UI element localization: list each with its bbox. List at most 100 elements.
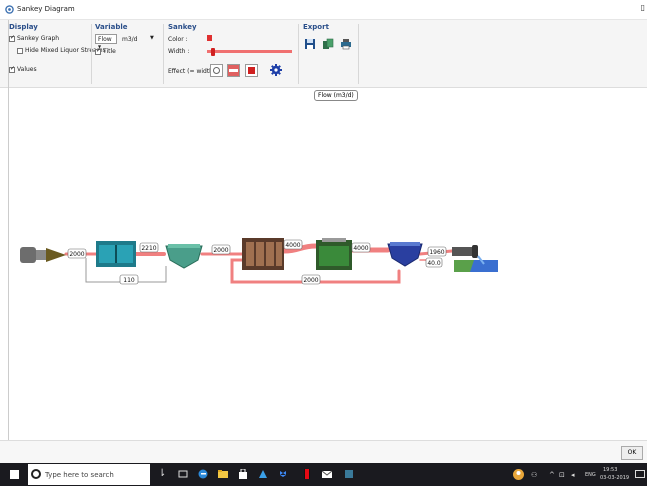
save-icon[interactable]: [304, 38, 316, 50]
variable-select[interactable]: Flow ▼: [95, 34, 117, 49]
checkbox-checked-icon: [95, 47, 101, 55]
checkbox-checked-icon: [9, 34, 15, 42]
people-icon[interactable]: ⚇: [531, 471, 537, 479]
mbr-tank-icon: [316, 238, 352, 270]
influent-pipe-icon: [20, 247, 66, 263]
sankey-header: Sankey: [168, 23, 197, 31]
sankey-section: Sankey: [168, 23, 197, 31]
gear-icon[interactable]: [270, 64, 282, 76]
volume-icon[interactable]: ◂: [571, 471, 575, 479]
flow-label-waste: 40.0: [425, 257, 443, 268]
flow-label-effluent: 1960: [427, 246, 447, 257]
effluent-pipe-icon: [452, 245, 478, 258]
display-section: Display: [9, 23, 91, 31]
variable-header: Variable: [95, 23, 128, 31]
mail-icon[interactable]: [322, 469, 332, 479]
task-view-icon[interactable]: [178, 469, 188, 479]
checkbox-empty-icon: [17, 47, 23, 54]
flow-label-ras: 2000: [301, 274, 321, 285]
user-avatar-icon[interactable]: [513, 469, 524, 480]
unit-dropdown-arrow[interactable]: ▼: [150, 35, 154, 41]
svg-text:110: 110: [123, 277, 135, 284]
svg-text:4000: 4000: [285, 242, 300, 249]
variable-select-value: Flow: [98, 36, 112, 43]
svg-text:2000: 2000: [69, 251, 84, 258]
dialog-footer: OK: [0, 440, 647, 463]
network-icon[interactable]: ⊡: [559, 471, 565, 479]
search-placeholder: Type here to search: [45, 471, 114, 479]
export-header: Export: [303, 23, 329, 31]
hide-mixed-label: Hide Mixed Liquor Streams: [25, 47, 106, 54]
display-header: Display: [9, 23, 38, 31]
app-icon-green[interactable]: [344, 469, 354, 479]
language-indicator[interactable]: ENG: [585, 472, 596, 478]
flow-label-recycle: 110: [119, 274, 139, 285]
width-slider-thumb[interactable]: [211, 48, 215, 56]
taskbar-search-box[interactable]: Type here to search: [28, 464, 150, 485]
window-title: Sankey Diagram: [17, 5, 75, 13]
microphone-icon[interactable]: ⇂: [158, 468, 168, 479]
edge-browser-icon[interactable]: [198, 469, 208, 479]
hide-mixed-checkbox[interactable]: Hide Mixed Liquor Streams: [17, 47, 106, 54]
flow-label-to-mbr: 4000: [283, 239, 303, 250]
values-checkbox[interactable]: Values: [9, 65, 37, 73]
windows-start-icon[interactable]: [10, 470, 19, 479]
divider: [358, 24, 359, 84]
effect-label: Effect (= width): [168, 68, 216, 75]
flow-label-to-settler: 4000: [351, 242, 371, 253]
store-icon[interactable]: [238, 469, 248, 479]
unit-label: m3/d: [122, 36, 138, 43]
svg-text:4000: 4000: [353, 245, 368, 252]
clock-time[interactable]: 19:53: [603, 467, 617, 473]
restore-button[interactable]: ▯: [641, 3, 645, 12]
circle-icon: [213, 67, 220, 74]
svg-text:1960: 1960: [429, 249, 444, 256]
settler-icon: [387, 242, 423, 267]
divider: [91, 24, 92, 84]
title-checkbox-label: Title: [103, 48, 116, 55]
svg-text:2000: 2000: [213, 247, 228, 254]
system-tray: ⚇ ^ ⊡ ◂ ENG 19:53 03-03-2019: [507, 463, 647, 486]
flow-label-to-reactor: 2000: [211, 244, 231, 255]
effect-none-button[interactable]: [210, 64, 223, 77]
sankey-window: Sankey Diagram ▯ Display Sankey Graph Hi…: [0, 0, 647, 486]
clock-date[interactable]: 03-03-2019: [600, 475, 629, 481]
svg-text:40.0: 40.0: [427, 260, 441, 267]
dropbox-icon[interactable]: [278, 469, 288, 479]
effect-solid-button[interactable]: [245, 64, 258, 77]
divider: [163, 24, 164, 84]
flow-label-influent: 2000: [67, 248, 87, 259]
width-label: Width :: [168, 48, 190, 55]
svg-text:2000: 2000: [303, 277, 318, 284]
square-icon: [248, 67, 255, 74]
export-section: Export: [303, 23, 329, 31]
river-icon: [454, 255, 498, 272]
effect-gradient-button[interactable]: [227, 64, 240, 77]
screen-tank-icon: [96, 241, 136, 267]
color-label: Color :: [168, 36, 188, 43]
color-swatch[interactable]: [207, 35, 212, 41]
print-icon[interactable]: [340, 38, 352, 50]
netflix-icon[interactable]: [302, 469, 312, 479]
ok-button[interactable]: OK: [621, 446, 643, 460]
values-label: Values: [17, 66, 37, 73]
checkbox-checked-icon: [9, 65, 15, 73]
app-icon: [5, 5, 14, 14]
cortana-icon: [31, 469, 41, 479]
chevron-up-icon[interactable]: ^: [549, 471, 555, 479]
copy-icon[interactable]: [322, 38, 334, 50]
notifications-icon[interactable]: [635, 470, 645, 479]
ribbon: Display Sankey Graph Hide Mixed Liquor S…: [0, 20, 647, 88]
gradient-icon: [229, 69, 238, 72]
file-explorer-icon[interactable]: [218, 469, 228, 479]
title-checkbox[interactable]: Title: [95, 47, 116, 55]
app-icon-blue[interactable]: [258, 469, 268, 479]
clarifier-icon: [165, 244, 203, 269]
sankey-graph-label: Sankey Graph: [17, 35, 60, 42]
variable-section: Variable: [95, 23, 128, 31]
windows-taskbar: Type here to search ⇂ ⚇ ^ ⊡ ◂ ENG 19:53 …: [0, 463, 647, 486]
width-slider-track[interactable]: [207, 50, 292, 53]
flow-label-to-clarifier: 2210: [139, 242, 159, 253]
sankey-graph-checkbox[interactable]: Sankey Graph: [9, 34, 60, 42]
sankey-diagram: 2000 2210 110 2000 4000 4000 2000 1960 4…: [20, 238, 498, 285]
